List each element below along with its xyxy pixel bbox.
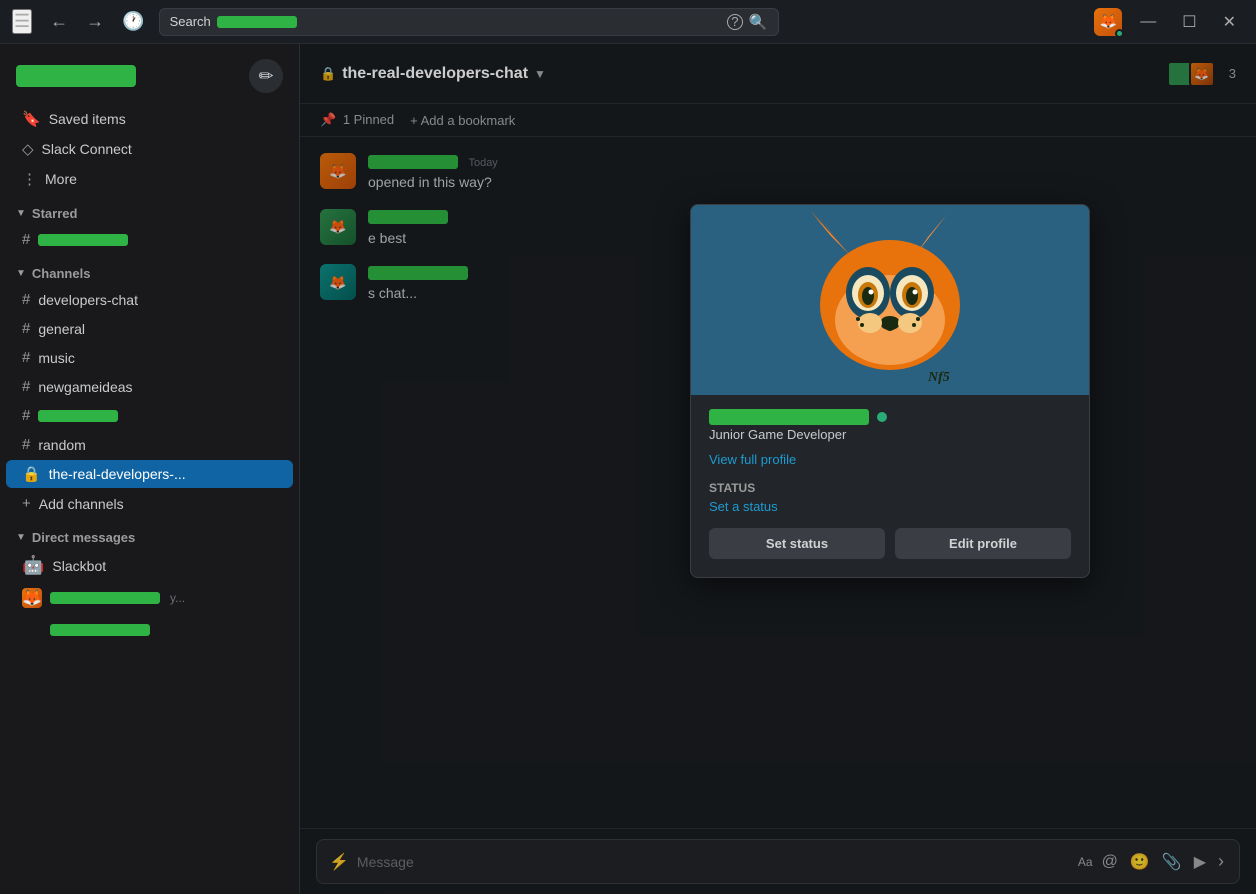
starred-chevron-icon: ▼ — [16, 208, 26, 219]
sidebar-item-more[interactable]: ⋮ More — [6, 165, 293, 193]
history-button[interactable]: 🕐 — [116, 9, 150, 34]
titlebar-right: 🦊 — ☐ ✕ — [1094, 8, 1244, 36]
hash-icon: # — [22, 291, 30, 308]
starred-channel-name — [38, 234, 128, 246]
profile-online-dot — [877, 412, 887, 422]
close-button[interactable]: ✕ — [1215, 10, 1244, 34]
bookmark-icon: 🔖 — [22, 110, 41, 128]
back-button[interactable]: ← — [44, 9, 74, 34]
maximize-button[interactable]: ☐ — [1174, 10, 1204, 34]
sidebar-add-channels[interactable]: + Add channels — [6, 490, 293, 517]
search-label: Search — [170, 14, 211, 29]
starred-section-header[interactable]: ▼ Starred — [0, 198, 299, 225]
profile-popup: Nf5 Junior Game Developer View full prof… — [690, 204, 1090, 578]
minimize-button[interactable]: — — [1132, 11, 1164, 33]
search-icon: 🔍 — [749, 13, 768, 31]
sidebar-channel-random[interactable]: # random — [6, 431, 293, 458]
dm2-name — [50, 624, 150, 636]
hash-icon: # — [22, 349, 30, 366]
hash-icon: # — [22, 231, 30, 248]
sidebar-dm-slackbot[interactable]: 🤖 Slackbot — [6, 550, 293, 581]
view-profile-link[interactable]: View full profile — [709, 452, 1071, 467]
search-redacted — [217, 16, 297, 28]
sidebar: ✏ 🔖 Saved items ◇ Slack Connect ⋮ More ▼… — [0, 44, 300, 894]
lock-icon: 🔒 — [22, 465, 41, 483]
profile-job-title: Junior Game Developer — [709, 427, 1071, 442]
plus-icon: + — [22, 495, 31, 512]
channels-chevron-icon: ▼ — [16, 268, 26, 279]
channel-name-redacted — [38, 410, 118, 422]
dm2-avatar — [22, 620, 42, 640]
hash-icon: # — [22, 436, 30, 453]
nav-buttons: ← → 🕐 — [44, 9, 150, 34]
user-avatar[interactable]: 🦊 — [1094, 8, 1122, 36]
diamond-icon: ◇ — [22, 140, 34, 158]
dm1-avatar: 🦊 — [22, 588, 42, 608]
sidebar-channel-music[interactable]: # music — [6, 344, 293, 371]
direct-messages-section-header[interactable]: ▼ Direct messages — [0, 522, 299, 549]
status-section-label: Status — [709, 481, 1071, 495]
search-bar[interactable]: Search ? 🔍 — [159, 8, 779, 36]
slackbot-avatar: 🤖 — [22, 555, 44, 576]
sidebar-item-slack-connect[interactable]: ◇ Slack Connect — [6, 135, 293, 163]
profile-name — [709, 409, 869, 425]
profile-popup-body: Junior Game Developer View full profile … — [691, 395, 1089, 577]
set-status-button[interactable]: Set status — [709, 528, 885, 559]
sidebar-channel-newgameideas[interactable]: # newgameideas — [6, 373, 293, 400]
more-dots-icon: ⋮ — [22, 170, 37, 188]
profile-banner: Nf5 — [691, 205, 1089, 395]
sidebar-channel-developers-chat[interactable]: # developers-chat — [6, 286, 293, 313]
main-content: 🔒 the-real-developers-chat ▼ 🦊 3 📌 1 Pin… — [300, 44, 1256, 894]
channels-section-header[interactable]: ▼ Channels — [0, 258, 299, 285]
titlebar: ☰ ← → 🕐 Search ? 🔍 🦊 — ☐ ✕ — [0, 0, 1256, 44]
svg-text:Nf5: Nf5 — [927, 370, 950, 385]
sidebar-dm-1[interactable]: 🦊 y... — [6, 583, 293, 613]
sidebar-item-starred-channel[interactable]: # — [6, 226, 293, 253]
set-status-link[interactable]: Set a status — [709, 499, 1071, 514]
forward-button[interactable]: → — [80, 9, 110, 34]
compose-button[interactable]: ✏ — [249, 59, 283, 93]
workspace-name[interactable] — [16, 65, 136, 87]
sidebar-header: ✏ — [0, 44, 299, 104]
hash-icon: # — [22, 320, 30, 337]
help-icon: ? — [727, 14, 743, 30]
fox-art-svg: Nf5 — [790, 205, 990, 395]
sidebar-channel-redacted[interactable]: # — [6, 402, 293, 429]
online-status-dot — [1115, 29, 1124, 38]
sidebar-channel-real-developers[interactable]: 🔒 the-real-developers-... — [6, 460, 293, 488]
sidebar-item-saved[interactable]: 🔖 Saved items — [6, 105, 293, 133]
dm-chevron-icon: ▼ — [16, 532, 26, 543]
dm1-name — [50, 592, 160, 604]
profile-popup-buttons: Set status Edit profile — [709, 528, 1071, 559]
profile-name-row — [709, 409, 1071, 425]
menu-button[interactable]: ☰ — [12, 9, 32, 34]
main-layout: ✏ 🔖 Saved items ◇ Slack Connect ⋮ More ▼… — [0, 44, 1256, 894]
fox-art-container: Nf5 — [691, 205, 1089, 395]
sidebar-channel-general[interactable]: # general — [6, 315, 293, 342]
sidebar-dm-2[interactable] — [6, 615, 293, 645]
hash-icon: # — [22, 378, 30, 395]
hash-icon: # — [22, 407, 30, 424]
edit-profile-button[interactable]: Edit profile — [895, 528, 1071, 559]
